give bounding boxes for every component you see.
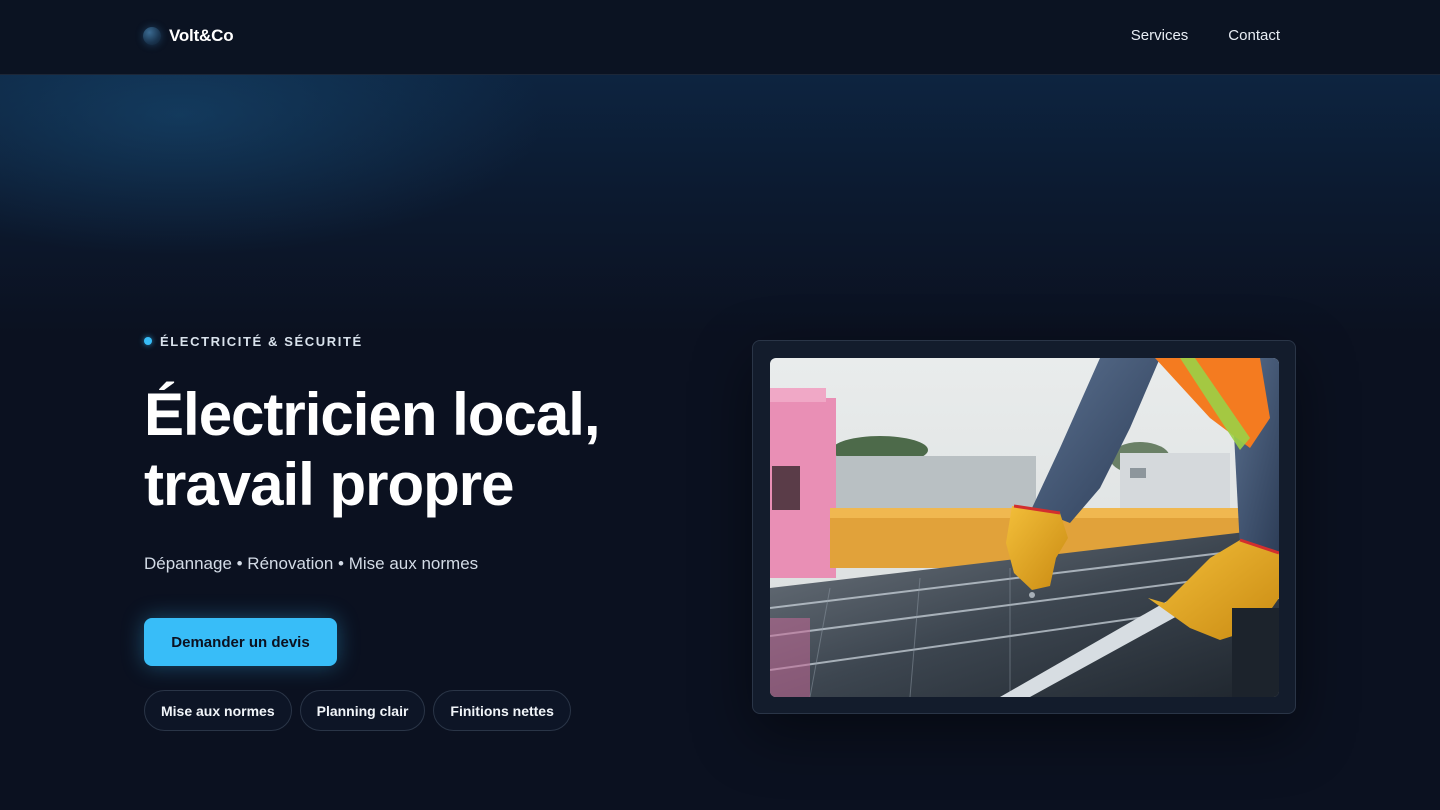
hero-background-glow	[0, 75, 1440, 335]
hero-subtitle: Dépannage • Rénovation • Mise aux normes	[144, 554, 479, 573]
eyebrow-text: ÉLECTRICITÉ & SÉCURITÉ	[160, 333, 363, 349]
request-quote-button[interactable]: Demander un devis	[144, 618, 337, 666]
logo-orb-icon	[143, 27, 161, 45]
brand-logo[interactable]: Volt&Co	[143, 26, 234, 46]
chip-standards: Mise aux normes	[144, 690, 292, 731]
hero-eyebrow: ÉLECTRICITÉ & SÉCURITÉ	[144, 332, 684, 350]
hero-content: ÉLECTRICITÉ & SÉCURITÉ Électricien local…	[144, 332, 684, 731]
top-navigation-bar: Volt&Co Services Contact	[0, 0, 1440, 75]
brand-name: Volt&Co	[169, 26, 234, 45]
hero-image-frame	[752, 340, 1296, 714]
main-nav: Services Contact	[1131, 27, 1280, 44]
chip-planning: Planning clair	[299, 690, 426, 731]
nav-link-contact[interactable]: Contact	[1228, 27, 1280, 44]
solar-panel-installation-image	[770, 358, 1279, 697]
eyebrow-dot-icon	[144, 337, 152, 345]
chip-finish: Finitions nettes	[433, 690, 571, 731]
feature-chips: Mise aux normes Planning clair Finitions…	[144, 690, 684, 731]
hero-title: Électricien local, travail propre	[144, 380, 684, 520]
hero-photo	[770, 358, 1279, 697]
hero-title-line-2: travail propre	[144, 451, 514, 518]
hero-title-line-1: Électricien local,	[144, 381, 601, 448]
nav-link-services[interactable]: Services	[1131, 27, 1189, 44]
